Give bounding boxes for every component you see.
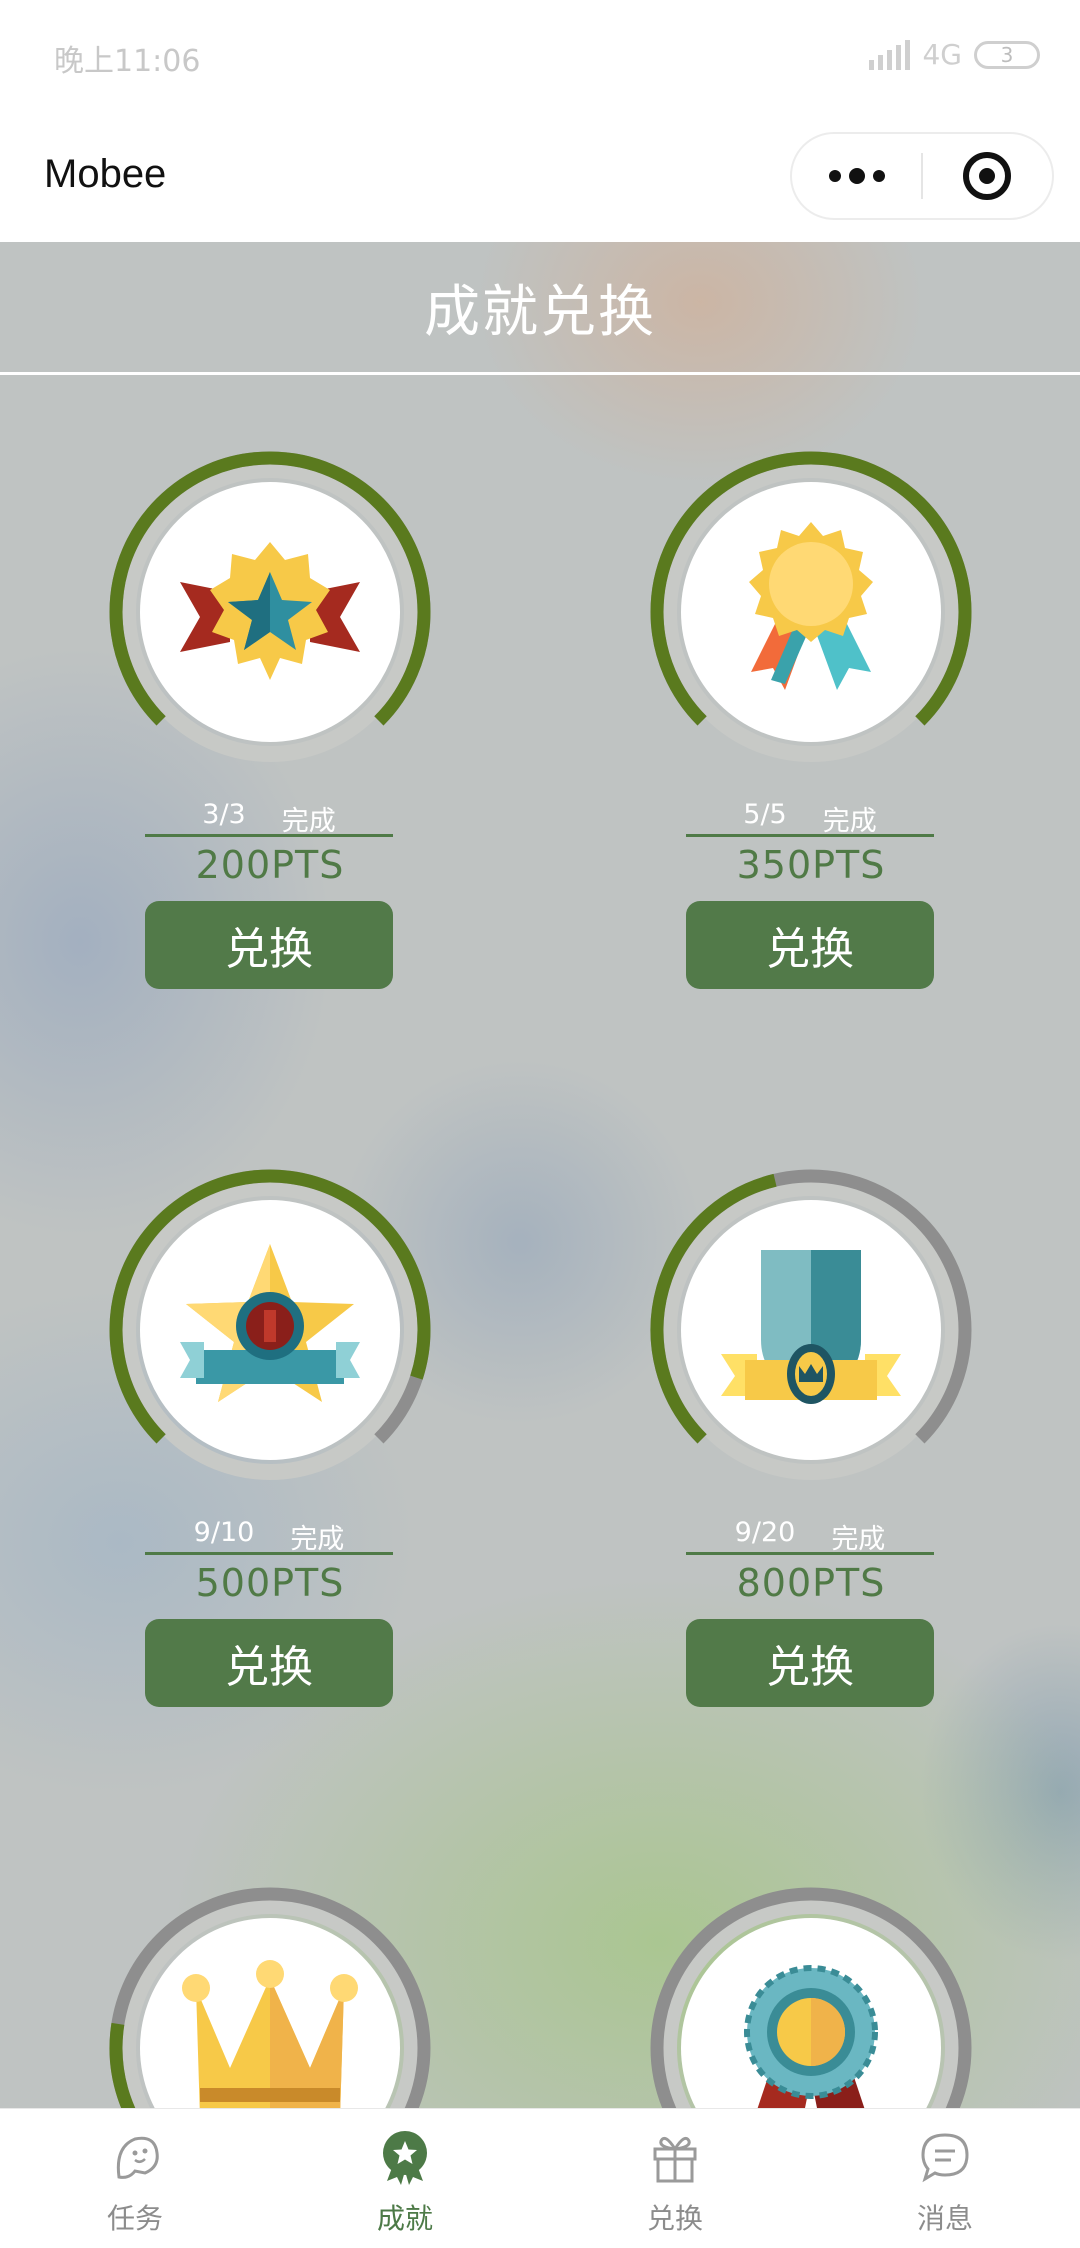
nav-bar: Mobee xyxy=(0,110,1080,242)
tab-tasks[interactable]: 任务 xyxy=(0,2109,270,2248)
signal-icon xyxy=(869,39,911,70)
gift-icon xyxy=(653,2136,697,2183)
target-icon xyxy=(963,152,1012,200)
tab-label: 任务 xyxy=(106,2202,163,2235)
page-header: 成就兑换 xyxy=(0,242,1080,375)
tab-label: 消息 xyxy=(916,2202,973,2235)
tab-exchange[interactable]: 兑换 xyxy=(540,2109,810,2248)
rosette-medal-icon xyxy=(749,522,873,690)
status-indicators: 4G 3 xyxy=(869,38,1040,71)
progress-count: 3/3 xyxy=(202,799,246,830)
battery-icon: 3 xyxy=(974,40,1040,69)
progress-row: 3/3 完成 xyxy=(145,799,393,837)
close-mini-program-button[interactable] xyxy=(923,134,1052,218)
tab-label: 兑换 xyxy=(646,2202,703,2235)
mini-program-capsule xyxy=(790,132,1054,220)
redeem-button[interactable]: 兑换 xyxy=(686,1619,934,1707)
status-bar: 晚上11:06 4G 3 xyxy=(0,0,1080,110)
progress-row: 9/20 完成 xyxy=(686,1517,934,1555)
points-value: 350PTS xyxy=(736,843,886,887)
achievement-content[interactable]: 成就兑换 3/3 完成 200PTS 兑换 5/5 完成 350PTS 兑换 9… xyxy=(0,242,1080,2108)
tab-achievements[interactable]: 成就 xyxy=(270,2109,540,2248)
points-value: 800PTS xyxy=(736,1561,886,1605)
network-type: 4G xyxy=(922,38,962,71)
progress-count: 9/20 xyxy=(734,1517,796,1548)
tab-label: 成就 xyxy=(376,2202,433,2235)
points-value: 200PTS xyxy=(195,843,345,887)
redeem-button[interactable]: 兑换 xyxy=(145,901,393,989)
progress-status: 完成 xyxy=(822,806,877,837)
redeem-button[interactable]: 兑换 xyxy=(686,901,934,989)
progress-status: 完成 xyxy=(831,1524,886,1555)
tab-messages[interactable]: 消息 xyxy=(810,2109,1080,2248)
redeem-button[interactable]: 兑换 xyxy=(145,1619,393,1707)
page-title: 成就兑换 xyxy=(424,279,656,345)
more-menu-button[interactable] xyxy=(792,134,921,218)
points-value: 500PTS xyxy=(195,1561,345,1605)
badge-image xyxy=(681,482,941,742)
star-banner-badge-icon xyxy=(180,1244,360,1402)
ribbon-star-badge-icon xyxy=(180,542,360,680)
round-rosette-medal-icon xyxy=(744,1965,878,2108)
message-bubble-icon xyxy=(921,2133,969,2183)
progress-count: 5/5 xyxy=(743,799,787,830)
shield-crown-badge-icon xyxy=(721,1250,901,1404)
crown-icon xyxy=(182,1960,358,2108)
app-title: Mobee xyxy=(44,152,167,196)
progress-row: 9/10 完成 xyxy=(145,1517,393,1555)
progress-count: 9/10 xyxy=(193,1517,255,1548)
status-time: 晚上11:06 xyxy=(54,44,201,79)
tab-bar: 任务 成就 兑换 消息 xyxy=(0,2108,1080,2248)
progress-row: 5/5 完成 xyxy=(686,799,934,837)
task-ghost-icon xyxy=(116,2136,159,2179)
badge-image xyxy=(140,482,400,742)
achievement-star-icon xyxy=(383,2131,427,2185)
badge-image xyxy=(681,1200,941,1460)
progress-status: 完成 xyxy=(290,1524,345,1555)
battery-level: 3 xyxy=(1000,42,1014,67)
badge-image xyxy=(140,1200,400,1460)
progress-status: 完成 xyxy=(281,806,336,837)
